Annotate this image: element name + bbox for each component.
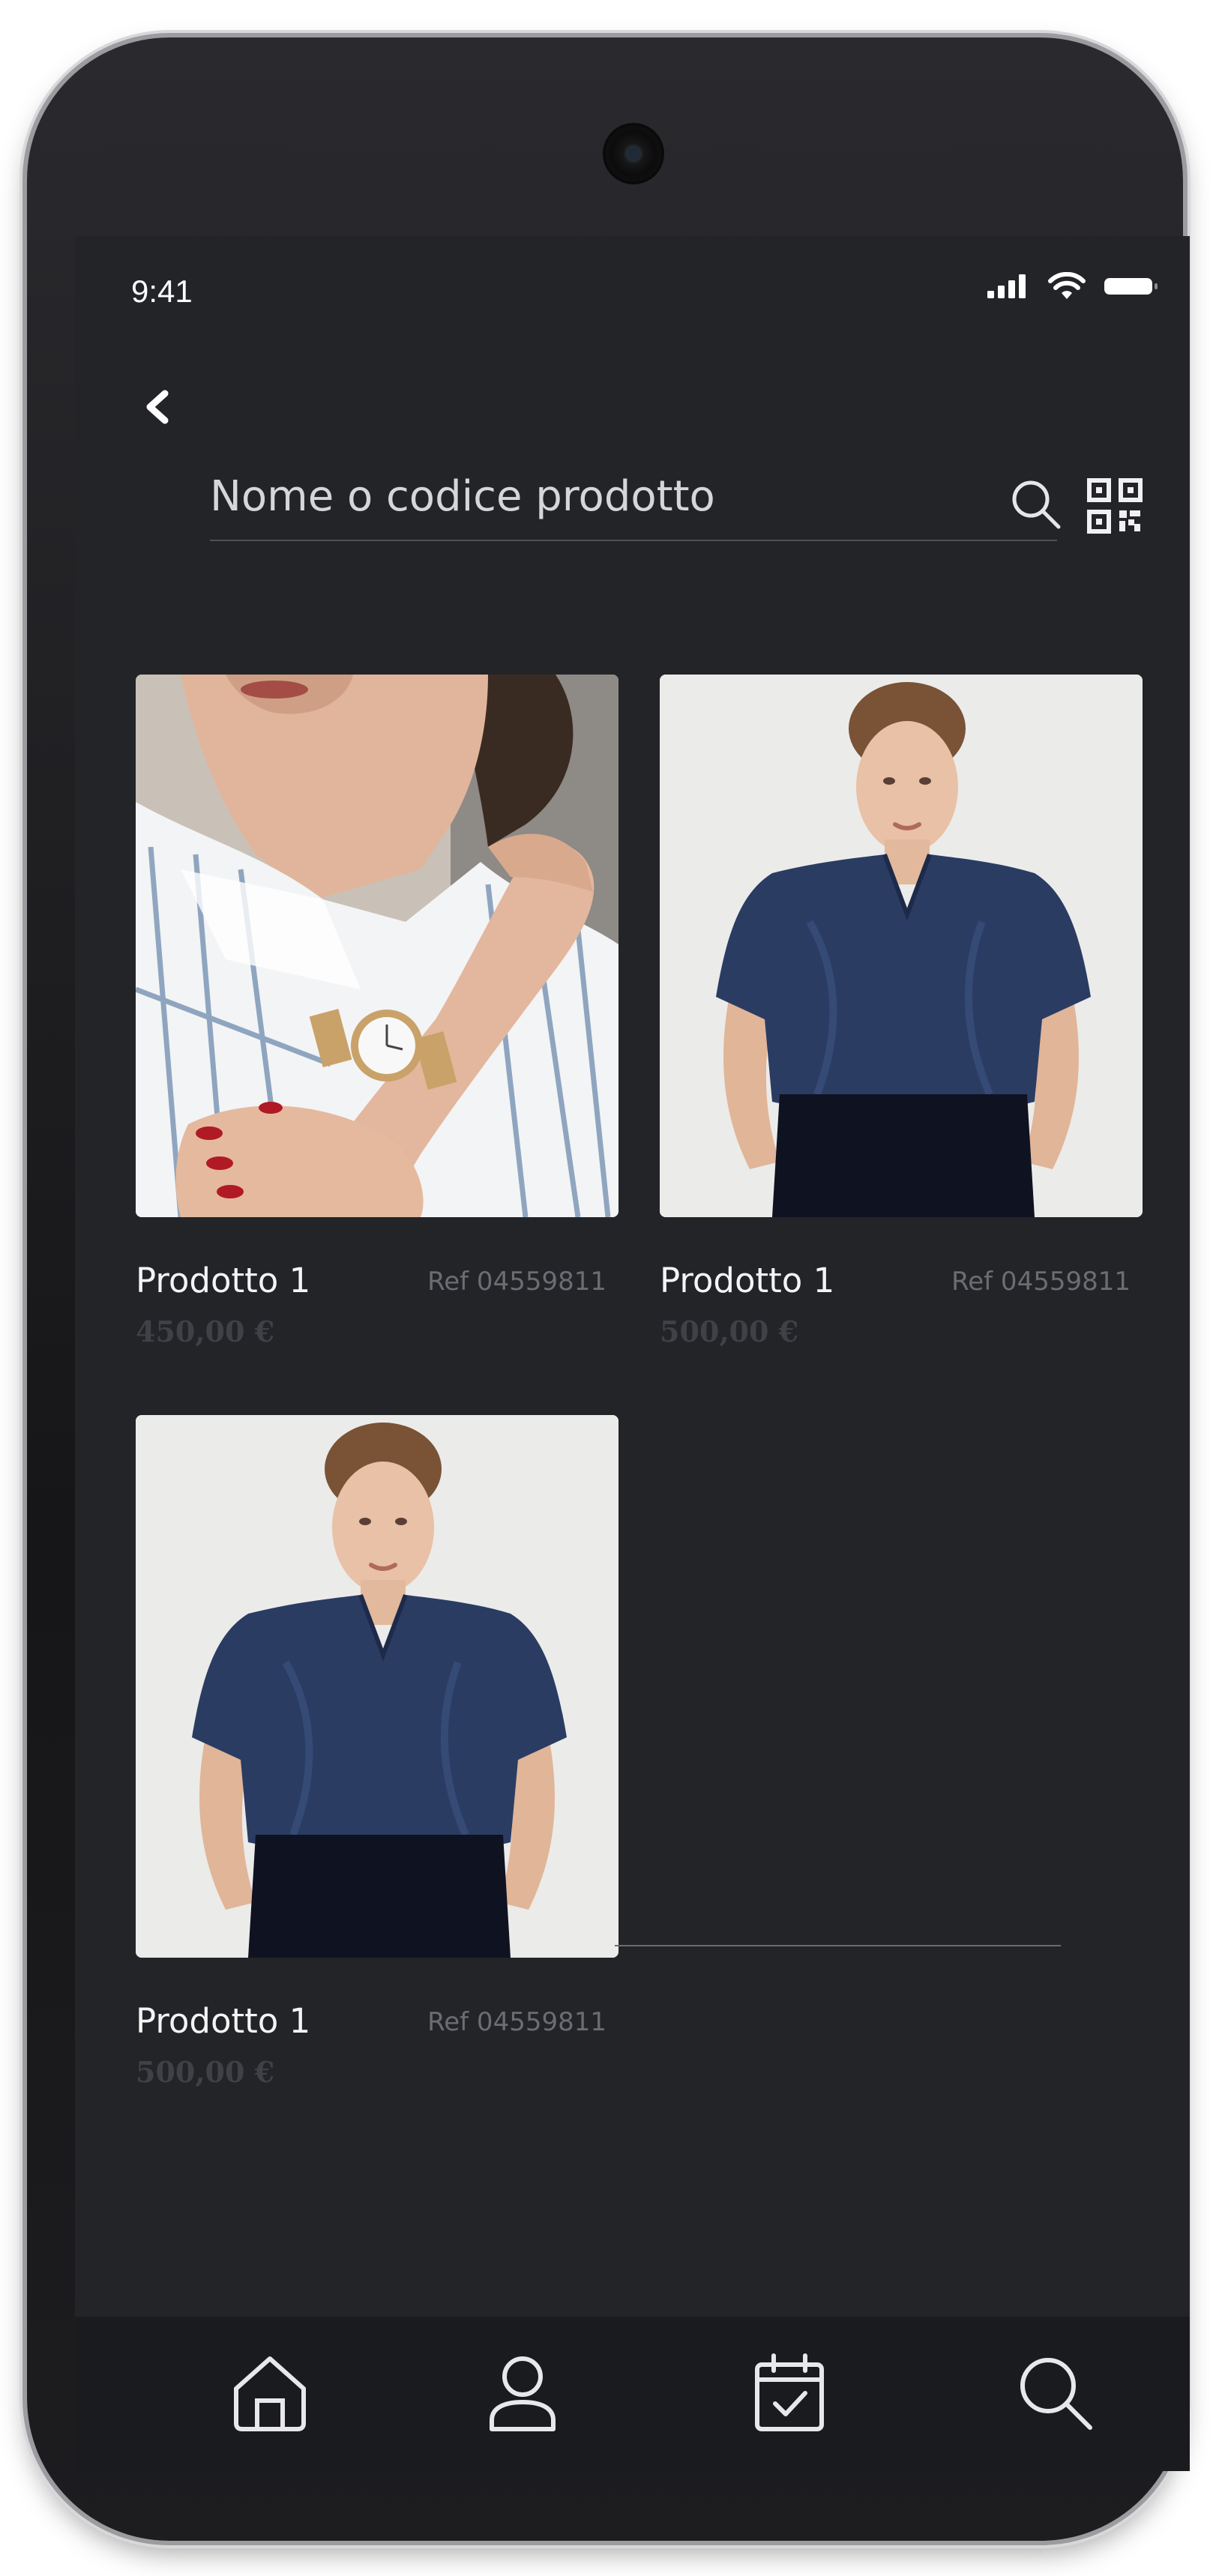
search-icon xyxy=(1008,476,1065,536)
nav-profile[interactable] xyxy=(478,2349,568,2439)
product-price: 500,00 € xyxy=(660,1315,799,1348)
search-input[interactable] xyxy=(210,470,960,522)
product-card[interactable]: Prodotto 1 Ref 04559811 500,00 € xyxy=(136,1415,618,2089)
chevron-left-icon xyxy=(142,389,172,428)
app-screen: 9:41 Nome o codice prodotto Prodotto 1 R… xyxy=(75,236,1190,2471)
nav-search[interactable] xyxy=(1010,2349,1100,2439)
status-icons xyxy=(986,271,1160,304)
product-meta: Prodotto 1 Ref 04559811 450,00 € xyxy=(136,1217,618,1348)
product-ref: Ref 04559811 xyxy=(951,1267,1131,1297)
signal-icon xyxy=(986,273,1031,303)
product-meta: Prodotto 1 Ref 04559811 500,00 € xyxy=(136,1958,618,2089)
back-button[interactable] xyxy=(135,386,180,431)
product-ref: Ref 04559811 xyxy=(427,2007,606,2037)
product-name: Prodotto 1 xyxy=(136,1261,311,1300)
product-card[interactable]: Prodotto 1 Ref 04559811 450,00 € xyxy=(136,675,618,1348)
product-image-blouse xyxy=(660,675,1143,1217)
search-bar xyxy=(210,461,1057,541)
product-price: 500,00 € xyxy=(136,2055,275,2089)
phone-frame: 9:41 Nome o codice prodotto Prodotto 1 R… xyxy=(27,37,1190,2541)
battery-icon xyxy=(1103,275,1160,301)
product-meta: Prodotto 1 Ref 04559811 500,00 € xyxy=(660,1217,1143,1348)
product-price: 450,00 € xyxy=(136,1315,275,1348)
nav-calendar[interactable] xyxy=(744,2349,834,2439)
qr-code-icon xyxy=(1086,477,1143,537)
product-name: Prodotto 1 xyxy=(136,2001,311,2041)
qr-scan-button[interactable] xyxy=(1083,476,1146,539)
home-icon xyxy=(229,2351,311,2437)
status-time: 9:41 xyxy=(131,274,193,309)
front-camera xyxy=(606,126,661,181)
calendar-check-icon xyxy=(748,2351,831,2437)
user-icon xyxy=(481,2351,564,2437)
divider xyxy=(615,1945,1061,1946)
bottom-nav xyxy=(75,2317,1190,2471)
nav-home[interactable] xyxy=(225,2349,315,2439)
search-icon xyxy=(1014,2351,1096,2437)
wifi-icon xyxy=(1047,271,1086,304)
product-image-watch xyxy=(136,675,618,1217)
product-ref: Ref 04559811 xyxy=(427,1267,606,1297)
search-button[interactable] xyxy=(1005,474,1068,537)
product-card[interactable]: Prodotto 1 Ref 04559811 500,00 € xyxy=(660,675,1143,1348)
product-name: Prodotto 1 xyxy=(660,1261,835,1300)
product-image-blouse xyxy=(136,1415,618,1958)
